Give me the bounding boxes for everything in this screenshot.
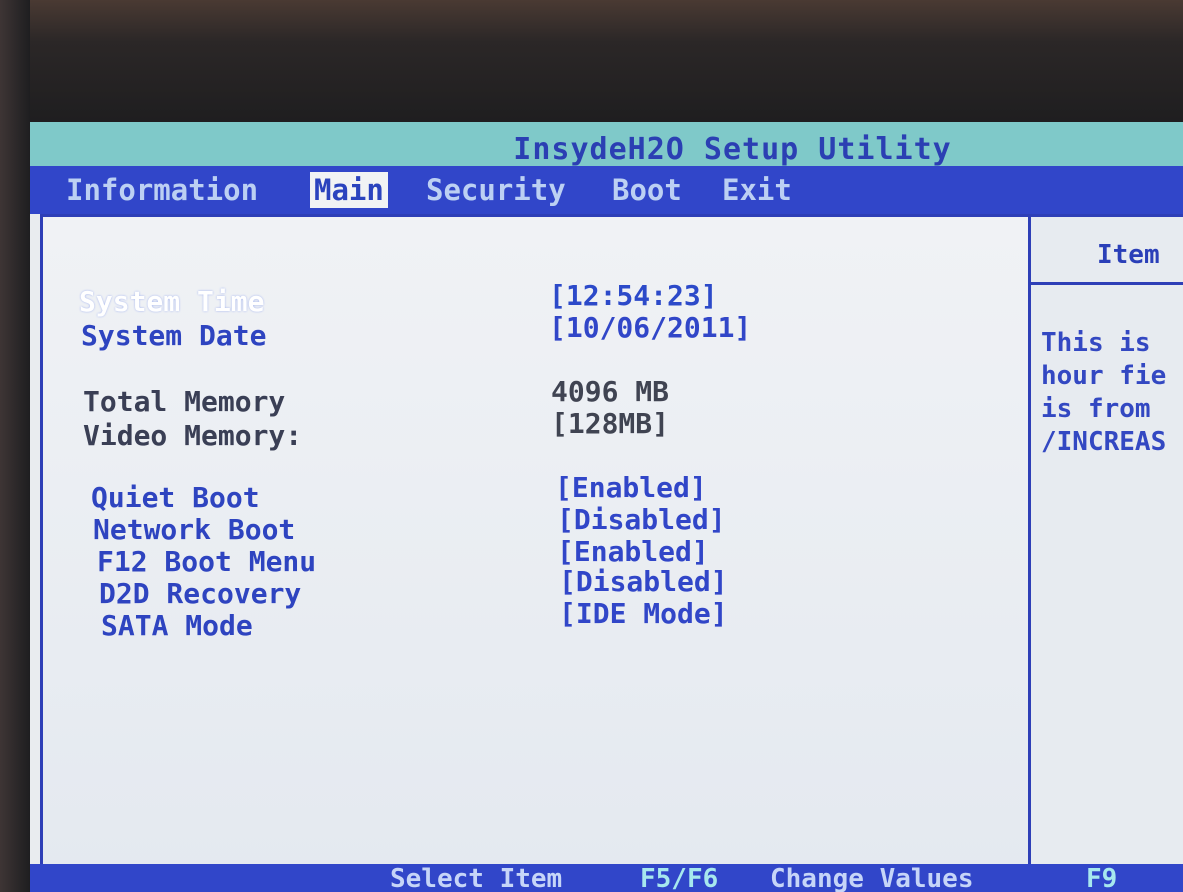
sata-mode-value[interactable]: [IDE Mode] [559, 597, 728, 630]
tab-boot[interactable]: Boot [612, 172, 682, 208]
tab-exit[interactable]: Exit [722, 172, 792, 208]
footer-f9-key: F9 [1086, 864, 1118, 892]
total-memory-value: 4096 MB [551, 375, 670, 408]
app-title: InsydeH2O Setup Utility [513, 132, 952, 167]
menu-bar: Information Main Security Boot Exit [30, 166, 1183, 214]
video-memory-value: [128MB] [551, 407, 670, 440]
item-help-panel: Item This is hour fie is from /INCREAS [1028, 214, 1183, 877]
system-date-value[interactable]: [10/06/2011] [549, 311, 751, 344]
f12-boot-menu-label[interactable]: F12 Boot Menu [97, 545, 316, 578]
monitor-bezel-top [0, 0, 1183, 140]
f12-boot-menu-value[interactable]: [Enabled] [557, 535, 709, 568]
sata-mode-label[interactable]: SATA Mode [101, 609, 253, 642]
system-time-value[interactable]: [12:54:23] [549, 279, 718, 312]
system-time-label[interactable]: System Time [79, 285, 264, 318]
network-boot-label[interactable]: Network Boot [93, 513, 295, 546]
tab-security[interactable]: Security [426, 172, 566, 208]
footer-select-item: Select Item [390, 864, 563, 892]
video-memory-label: Video Memory: [83, 419, 303, 452]
d2d-recovery-value[interactable]: [Disabled] [559, 565, 728, 598]
bios-screen: InsydeH2O Setup Utility Information Main… [30, 122, 1183, 892]
title-bar: InsydeH2O Setup Utility [30, 122, 1183, 167]
tab-main[interactable]: Main [310, 172, 388, 208]
tab-information[interactable]: Information [66, 172, 258, 208]
help-title: Item [1031, 235, 1183, 285]
quiet-boot-label[interactable]: Quiet Boot [91, 481, 260, 514]
footer-change-values: Change Values [770, 864, 974, 892]
help-text: This is hour fie is from /INCREAS [1041, 328, 1167, 457]
quiet-boot-value[interactable]: [Enabled] [555, 471, 707, 504]
footer-f5f6-key: F5/F6 [640, 864, 719, 892]
total-memory-label: Total Memory [83, 385, 286, 418]
network-boot-value[interactable]: [Disabled] [557, 503, 726, 536]
main-settings-panel: System Time [12:54:23] System Date [10/0… [40, 214, 1031, 877]
d2d-recovery-label[interactable]: D2D Recovery [99, 577, 301, 610]
system-date-label[interactable]: System Date [81, 319, 266, 352]
key-help-footer: Select Item F5/F6 Change Values F9 [30, 864, 1183, 892]
monitor-bezel-left [0, 0, 30, 892]
